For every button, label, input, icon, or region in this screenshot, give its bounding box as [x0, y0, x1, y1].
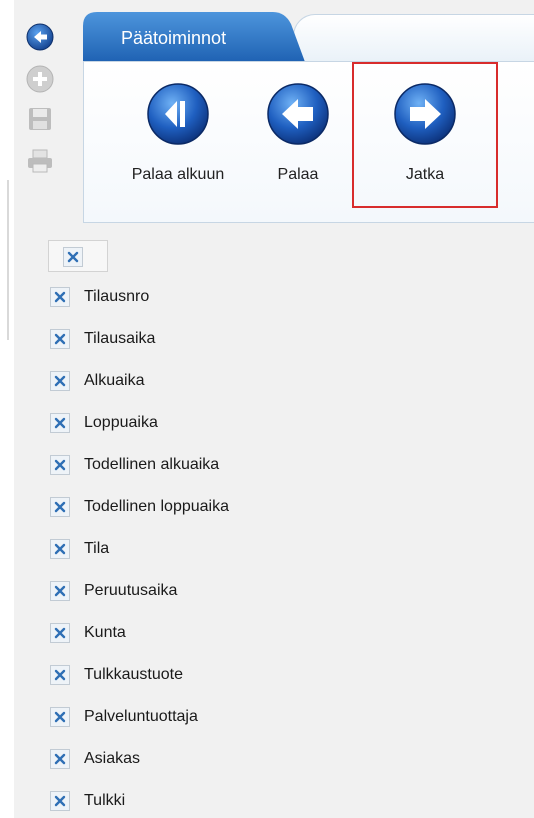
- column-checkbox[interactable]: [50, 455, 70, 475]
- check-x-icon: [67, 251, 79, 263]
- check-x-icon: [54, 753, 66, 765]
- check-x-icon: [54, 417, 66, 429]
- arrow-left-icon: [267, 83, 329, 145]
- column-checkbox[interactable]: [50, 287, 70, 307]
- list-item[interactable]: Palveluntuottaja: [50, 705, 198, 729]
- check-x-icon: [54, 711, 66, 723]
- palaa-alkuun-label: Palaa alkuun: [131, 166, 225, 183]
- list-item[interactable]: Asiakas: [50, 747, 140, 771]
- jatka-button[interactable]: Jatka: [365, 82, 485, 184]
- save-icon[interactable]: [25, 104, 55, 134]
- column-label: Kunta: [84, 624, 126, 641]
- list-item[interactable]: Tulkki: [50, 789, 125, 813]
- check-x-icon: [54, 291, 66, 303]
- list-item[interactable]: Tila: [50, 537, 109, 561]
- column-checkbox[interactable]: [50, 623, 70, 643]
- column-label: Tulkkaustuote: [84, 666, 184, 683]
- column-label: Todellinen loppuaika: [84, 498, 229, 515]
- check-x-icon: [54, 585, 66, 597]
- check-x-icon: [54, 501, 66, 513]
- column-checkbox[interactable]: [50, 371, 70, 391]
- check-x-icon: [54, 543, 66, 555]
- column-checkbox[interactable]: [50, 749, 70, 769]
- tab-secondary[interactable]: [293, 14, 534, 63]
- column-label: Loppuaika: [84, 414, 158, 431]
- list-item[interactable]: Kunta: [50, 621, 126, 645]
- check-x-icon: [54, 795, 66, 807]
- check-x-icon: [54, 669, 66, 681]
- column-checkbox[interactable]: [50, 329, 70, 349]
- tab-paatoiminnot-label: Päätoiminnot: [121, 28, 227, 48]
- check-x-icon: [54, 627, 66, 639]
- column-checkbox[interactable]: [50, 539, 70, 559]
- list-item[interactable]: Tulkkaustuote: [50, 663, 183, 687]
- select-all-toggle[interactable]: [48, 240, 108, 272]
- column-label: Alkuaika: [84, 372, 145, 389]
- column-label: Tila: [84, 540, 110, 557]
- arrow-right-icon: [394, 83, 456, 145]
- column-checkbox[interactable]: [50, 707, 70, 727]
- check-x-icon: [54, 459, 66, 471]
- left-rail: [0, 0, 14, 818]
- column-label: Todellinen alkuaika: [84, 456, 220, 473]
- list-item[interactable]: Tilausaika: [50, 327, 155, 351]
- jatka-label: Jatka: [405, 166, 445, 183]
- tab-paatoiminnot[interactable]: Päätoiminnot: [83, 12, 308, 62]
- column-checkbox[interactable]: [50, 413, 70, 433]
- back-circle-icon[interactable]: [25, 22, 55, 52]
- check-x-icon: [54, 333, 66, 345]
- list-item[interactable]: Todellinen loppuaika: [50, 495, 229, 519]
- column-checkbox[interactable]: [50, 791, 70, 811]
- list-item[interactable]: Tilausnro: [50, 285, 149, 309]
- select-all-checkbox[interactable]: [63, 247, 83, 267]
- column-label: Palveluntuottaja: [84, 708, 198, 725]
- column-checkbox[interactable]: [50, 581, 70, 601]
- column-label: Asiakas: [84, 750, 141, 767]
- palaa-alkuun-button[interactable]: Palaa alkuun: [118, 82, 238, 184]
- list-item[interactable]: Alkuaika: [50, 369, 144, 393]
- tab-strip: Päätoiminnot: [83, 12, 534, 63]
- column-label: Peruutusaika: [84, 582, 178, 599]
- check-x-icon: [54, 375, 66, 387]
- list-item[interactable]: Loppuaika: [50, 411, 158, 435]
- skip-to-start-icon: [147, 83, 209, 145]
- column-checkbox[interactable]: [50, 497, 70, 517]
- list-item[interactable]: Peruutusaika: [50, 579, 177, 603]
- add-icon[interactable]: [25, 64, 55, 94]
- ribbon-panel: Palaa alkuun Palaa Jatka: [83, 61, 534, 223]
- column-checkbox[interactable]: [50, 665, 70, 685]
- column-label: Tilausaika: [84, 330, 156, 347]
- print-icon[interactable]: [25, 146, 55, 176]
- column-label: Tulkki: [84, 792, 126, 809]
- column-label: Tilausnro: [84, 288, 150, 305]
- list-item[interactable]: Todellinen alkuaika: [50, 453, 219, 477]
- palaa-button[interactable]: Palaa: [238, 82, 358, 184]
- rail-divider: [7, 180, 9, 340]
- palaa-label: Palaa: [277, 166, 319, 183]
